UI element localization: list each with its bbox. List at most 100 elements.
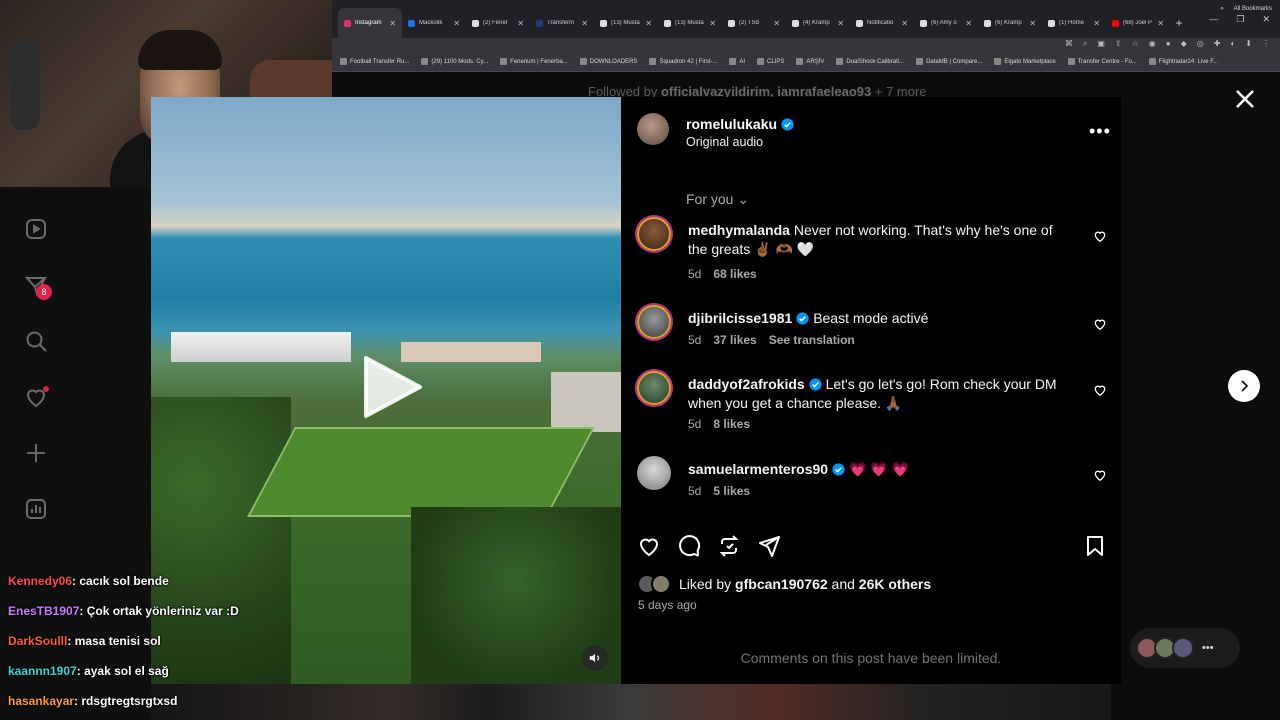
comment-likes[interactable]: 37 likes — [713, 333, 756, 347]
browser-tab[interactable]: (6) Amy o ✕ — [914, 8, 978, 38]
bookmark-item[interactable]: Elgato Marketplace — [994, 58, 1056, 65]
bookmark-item[interactable]: Transfer Centre - Fo... — [1067, 58, 1137, 65]
author-username[interactable]: romelulukaku — [686, 116, 794, 132]
audio-label[interactable]: Original audio — [686, 135, 763, 149]
play-icon[interactable] — [356, 352, 426, 422]
tab-label: (2) TSd — [739, 20, 759, 26]
like-heart-icon[interactable] — [637, 534, 661, 558]
extension-icon-3[interactable]: ◆ — [1181, 39, 1187, 49]
comment-like-heart-icon[interactable] — [1093, 317, 1107, 331]
commenter-avatar[interactable] — [637, 305, 671, 339]
liked-by-others[interactable]: 26K others — [859, 576, 931, 592]
close-icon[interactable] — [1234, 88, 1256, 110]
bookmark-item[interactable]: Fenerium | Fenerba... — [500, 58, 568, 65]
browser-tab[interactable]: (68) Joel P ✕ — [1106, 8, 1170, 38]
comment-body: medhymalanda Never not working. That's w… — [688, 221, 1068, 258]
comment-like-heart-icon[interactable] — [1093, 468, 1107, 482]
tab-close-icon[interactable]: ✕ — [965, 19, 972, 28]
reels-icon[interactable] — [22, 215, 50, 243]
bookmark-item[interactable]: ARŞİV — [796, 58, 824, 65]
tab-close-icon[interactable]: ✕ — [645, 19, 652, 28]
next-post-button[interactable] — [1228, 370, 1260, 402]
browser-tab[interactable]: Transferm ✕ — [530, 8, 594, 38]
comment-like-heart-icon[interactable] — [1093, 383, 1107, 397]
tab-close-icon[interactable]: ✕ — [901, 19, 908, 28]
share-icon[interactable] — [757, 534, 781, 558]
tab-close-icon[interactable]: ✕ — [453, 19, 460, 28]
bookmark-item[interactable]: (29) 1100 Mods. Cy... — [421, 58, 488, 65]
commenter-avatar[interactable] — [637, 456, 671, 490]
tab-close-icon[interactable]: ✕ — [1157, 19, 1164, 28]
browser-tab[interactable]: (13) Musta ✕ — [658, 8, 722, 38]
comment-likes[interactable]: 68 likes — [713, 267, 756, 281]
tab-close-icon[interactable]: ✕ — [1029, 19, 1036, 28]
close-window-icon[interactable]: ✕ — [1262, 14, 1270, 25]
see-translation-link[interactable]: See translation — [769, 333, 855, 347]
extensions-puzzle-icon[interactable]: ✚ — [1214, 39, 1221, 49]
commenter-avatar[interactable] — [637, 217, 671, 251]
author-avatar[interactable] — [637, 113, 669, 145]
tab-close-icon[interactable]: ✕ — [1093, 19, 1100, 28]
browser-tab[interactable]: (2) TSd ✕ — [722, 8, 786, 38]
downloads-icon[interactable]: ⬇ — [1245, 39, 1252, 49]
bookmarks-chevron-icon[interactable]: » — [1220, 6, 1223, 12]
comment-icon[interactable] — [677, 534, 701, 558]
liked-by-user[interactable]: gfbcan190762 — [735, 576, 828, 592]
browser-tab[interactable]: (13) Musta ✕ — [594, 8, 658, 38]
messages-avatars-stack[interactable]: ••• — [1130, 628, 1240, 668]
more-options-button[interactable]: ••• — [1089, 121, 1111, 142]
commenter-avatar[interactable] — [637, 371, 671, 405]
screenshot-icon[interactable]: ▣ — [1097, 39, 1105, 49]
comment-username[interactable]: daddyof2afrokids — [688, 376, 805, 392]
restore-icon[interactable]: ❐ — [1236, 14, 1244, 25]
bookmark-item[interactable]: Squadron 42 | First-... — [649, 58, 717, 65]
tab-close-icon[interactable]: ✕ — [773, 19, 780, 28]
all-bookmarks[interactable]: All Bookmarks — [1234, 6, 1272, 12]
profile-icon[interactable]: ◐ — [1230, 39, 1235, 49]
tab-close-icon[interactable]: ✕ — [517, 19, 524, 28]
browser-tab[interactable]: (1) Home ✕ — [1042, 8, 1106, 38]
bookmark-item[interactable]: Flightradar24: Live F... — [1148, 58, 1218, 65]
extension-icon[interactable]: ◉ — [1149, 39, 1156, 49]
comment-username[interactable]: medhymalanda — [688, 222, 790, 238]
tab-close-icon[interactable]: ✕ — [389, 19, 396, 28]
zoom-icon[interactable]: ⌕ — [1083, 39, 1087, 49]
menu-icon[interactable]: ⋮ — [1262, 39, 1270, 49]
comment-filter-dropdown[interactable]: For you ⌄ — [686, 191, 749, 208]
bookmark-item[interactable]: AI — [729, 58, 745, 65]
browser-tab[interactable]: Instagram ✕ — [338, 8, 402, 38]
bookmark-item[interactable]: DOWNLOADERS — [579, 58, 637, 65]
save-bookmark-icon[interactable] — [1083, 534, 1107, 558]
minimize-icon[interactable]: — — [1209, 14, 1218, 25]
bookmark-star-icon[interactable]: ☆ — [1132, 39, 1139, 49]
chat-message: DarkSoulll: masa tenisi sol — [8, 634, 161, 648]
browser-tab[interactable]: (2) Fener ✕ — [466, 8, 530, 38]
comment-likes[interactable]: 8 likes — [713, 417, 750, 431]
bookmark-item[interactable]: CLIPS — [757, 58, 784, 65]
extension-icon-4[interactable]: ◎ — [1197, 39, 1204, 49]
search-icon[interactable] — [22, 327, 50, 355]
tab-close-icon[interactable]: ✕ — [581, 19, 588, 28]
tab-close-icon[interactable]: ✕ — [837, 19, 844, 28]
dashboard-icon[interactable] — [22, 495, 50, 523]
translate-icon[interactable]: ⌘ — [1065, 39, 1073, 49]
tab-close-icon[interactable]: ✕ — [709, 19, 716, 28]
comment-likes[interactable]: 5 likes — [713, 484, 750, 498]
share-icon[interactable]: ⇪ — [1115, 39, 1122, 49]
browser-tab[interactable]: Notificatio ✕ — [850, 8, 914, 38]
tab-favicon-icon — [920, 19, 927, 27]
browser-tab[interactable]: Mackolik ✕ — [402, 8, 466, 38]
bookmark-item[interactable]: Football Transfer Ru... — [340, 58, 409, 65]
comment-like-heart-icon[interactable] — [1093, 229, 1107, 243]
repost-icon[interactable] — [717, 534, 741, 558]
extension-icon-2[interactable]: ● — [1166, 39, 1171, 49]
bookmark-item[interactable]: DualShock Calibrati... — [836, 58, 904, 65]
bookmark-item[interactable]: DataMB | Compare... — [916, 58, 982, 65]
browser-tab[interactable]: (6) Kramp ✕ — [978, 8, 1042, 38]
new-tab-button[interactable]: + — [1170, 8, 1188, 38]
browser-tab[interactable]: (4) Kramp ✕ — [786, 8, 850, 38]
create-icon[interactable] — [22, 439, 50, 467]
comment-username[interactable]: samuelarmenteros90 — [688, 461, 828, 477]
mute-button[interactable] — [582, 645, 608, 671]
comment-username[interactable]: djibrilcisse1981 — [688, 310, 792, 326]
